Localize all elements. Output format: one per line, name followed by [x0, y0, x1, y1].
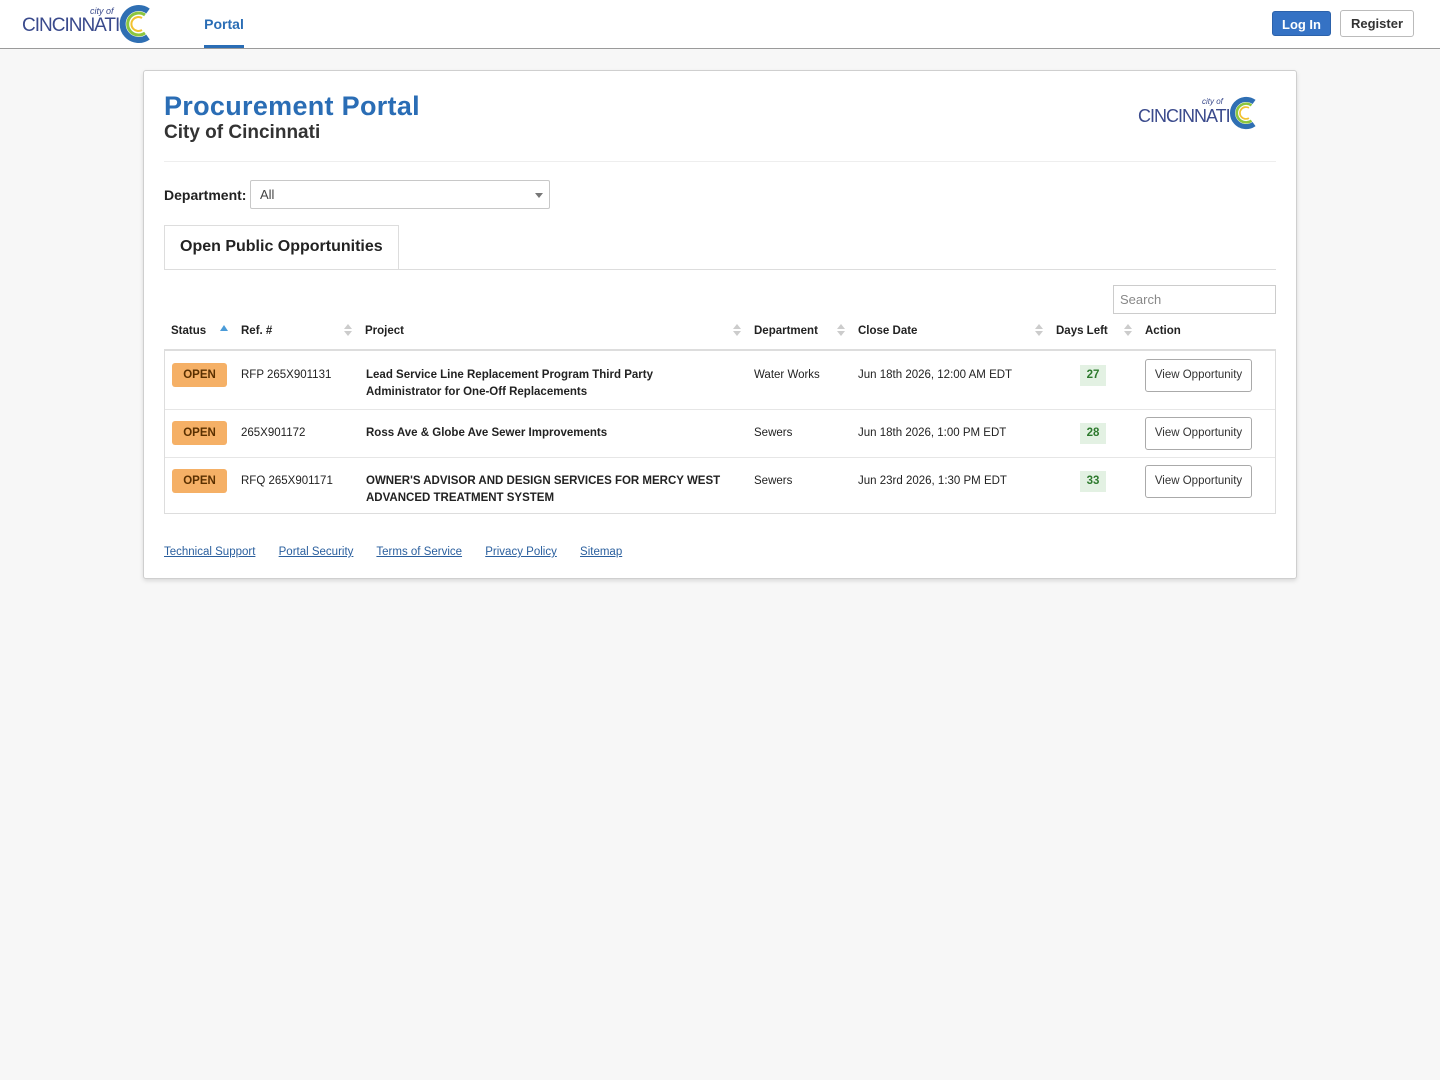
- nav-tab-portal[interactable]: Portal: [204, 0, 244, 48]
- table-row: OPEN RFP 265X901131 Lead Service Line Re…: [165, 351, 1275, 409]
- column-header-action: Action: [1145, 325, 1181, 337]
- project-name-line: Ross Ave & Globe Ave Sewer Improvements: [366, 427, 608, 439]
- logo-wordmark: CINCINNATI: [22, 15, 120, 36]
- department-select[interactable]: All: [250, 180, 550, 209]
- close-date-cell: Jun 18th 2026, 1:00 PM EDT: [858, 427, 1007, 439]
- page-title: Procurement Portal: [164, 91, 420, 121]
- ref-number: RFP 265X901131: [241, 369, 332, 381]
- sort-icon[interactable]: [344, 324, 352, 338]
- project-name: Ross Ave & Globe Ave Sewer Improvements: [366, 425, 746, 442]
- footer-link-sitemap[interactable]: Sitemap: [580, 546, 622, 558]
- logo-cityof-text: city of: [1202, 97, 1223, 106]
- days-left-badge: 33: [1080, 471, 1106, 492]
- department-label: Department:: [164, 187, 247, 203]
- days-left-badge: 28: [1080, 423, 1106, 444]
- project-name-line: Lead Service Line Replacement Program Th…: [366, 369, 653, 381]
- department-cell: Water Works: [754, 369, 820, 381]
- portal-card: Procurement Portal City of Cincinnati ci…: [143, 70, 1297, 579]
- close-date-cell: Jun 18th 2026, 12:00 AM EDT: [858, 369, 1013, 381]
- ref-number: 265X901172: [241, 427, 306, 439]
- project-name-line: ADVANCED TREATMENT SYSTEM: [366, 492, 555, 504]
- logo-c-swirl-icon: [1229, 96, 1256, 130]
- close-date-cell: Jun 23rd 2026, 1:30 PM EDT: [858, 475, 1007, 487]
- table-row: OPEN RFQ 265X901171 OWNER'S ADVISOR AND …: [165, 457, 1275, 513]
- project-name: OWNER'S ADVISOR AND DESIGN SERVICES FOR …: [366, 473, 746, 507]
- department-cell: Sewers: [754, 475, 793, 487]
- footer-link-portal-security[interactable]: Portal Security: [279, 546, 354, 558]
- column-header-department[interactable]: Department: [754, 325, 818, 337]
- view-opportunity-button[interactable]: View Opportunity: [1145, 417, 1252, 450]
- ref-number: RFQ 265X901171: [241, 475, 333, 487]
- table-row: OPEN 265X901172 Ross Ave & Globe Ave Sew…: [165, 409, 1275, 457]
- footer-link-terms-of-service[interactable]: Terms of Service: [376, 546, 462, 558]
- chevron-down-icon: [535, 193, 543, 198]
- search-input[interactable]: Search: [1113, 285, 1276, 314]
- sort-icon[interactable]: [1035, 324, 1043, 338]
- column-header-close-date[interactable]: Close Date: [858, 325, 917, 337]
- footer-links: Technical Support Portal Security Terms …: [164, 546, 642, 558]
- card-logo: city of CINCINNATI: [1138, 93, 1262, 135]
- department-cell: Sewers: [754, 427, 793, 439]
- tab-divider: [164, 269, 1276, 270]
- view-opportunity-button[interactable]: View Opportunity: [1145, 359, 1252, 392]
- tab-open-public-opportunities[interactable]: Open Public Opportunities: [164, 225, 399, 270]
- register-button[interactable]: Register: [1340, 10, 1414, 37]
- column-header-project[interactable]: Project: [365, 325, 404, 337]
- column-header-ref[interactable]: Ref. #: [241, 325, 272, 337]
- sort-icon[interactable]: [733, 324, 741, 338]
- sort-icon[interactable]: [1124, 324, 1132, 338]
- login-button[interactable]: Log In: [1272, 11, 1331, 36]
- table-body: OPEN RFP 265X901131 Lead Service Line Re…: [164, 351, 1276, 514]
- status-badge: OPEN: [172, 421, 227, 445]
- column-header-days-left[interactable]: Days Left: [1056, 325, 1108, 337]
- status-badge: OPEN: [172, 363, 227, 387]
- project-name-line: OWNER'S ADVISOR AND DESIGN SERVICES FOR …: [366, 475, 721, 487]
- divider: [164, 161, 1276, 162]
- footer-link-technical-support[interactable]: Technical Support: [164, 546, 255, 558]
- project-name: Lead Service Line Replacement Program Th…: [366, 367, 746, 401]
- department-select-value: All: [260, 187, 275, 202]
- footer-link-privacy-policy[interactable]: Privacy Policy: [485, 546, 557, 558]
- sort-ascending-icon[interactable]: [220, 325, 228, 331]
- logo-c-swirl-icon: [119, 5, 150, 43]
- project-name-line: Administrator for One-Off Replacements: [366, 386, 588, 398]
- top-navbar: city of CINCINNATI Portal Log In Registe…: [0, 0, 1440, 49]
- status-badge: OPEN: [172, 469, 227, 493]
- logo-wordmark: CINCINNATI: [1138, 106, 1231, 126]
- view-opportunity-button[interactable]: View Opportunity: [1145, 465, 1252, 498]
- cincinnati-logo[interactable]: city of CINCINNATI: [22, 3, 152, 45]
- column-header-status[interactable]: Status: [171, 325, 206, 337]
- sort-icon[interactable]: [837, 324, 845, 338]
- days-left-badge: 27: [1080, 365, 1106, 386]
- page-subtitle: City of Cincinnati: [164, 122, 321, 143]
